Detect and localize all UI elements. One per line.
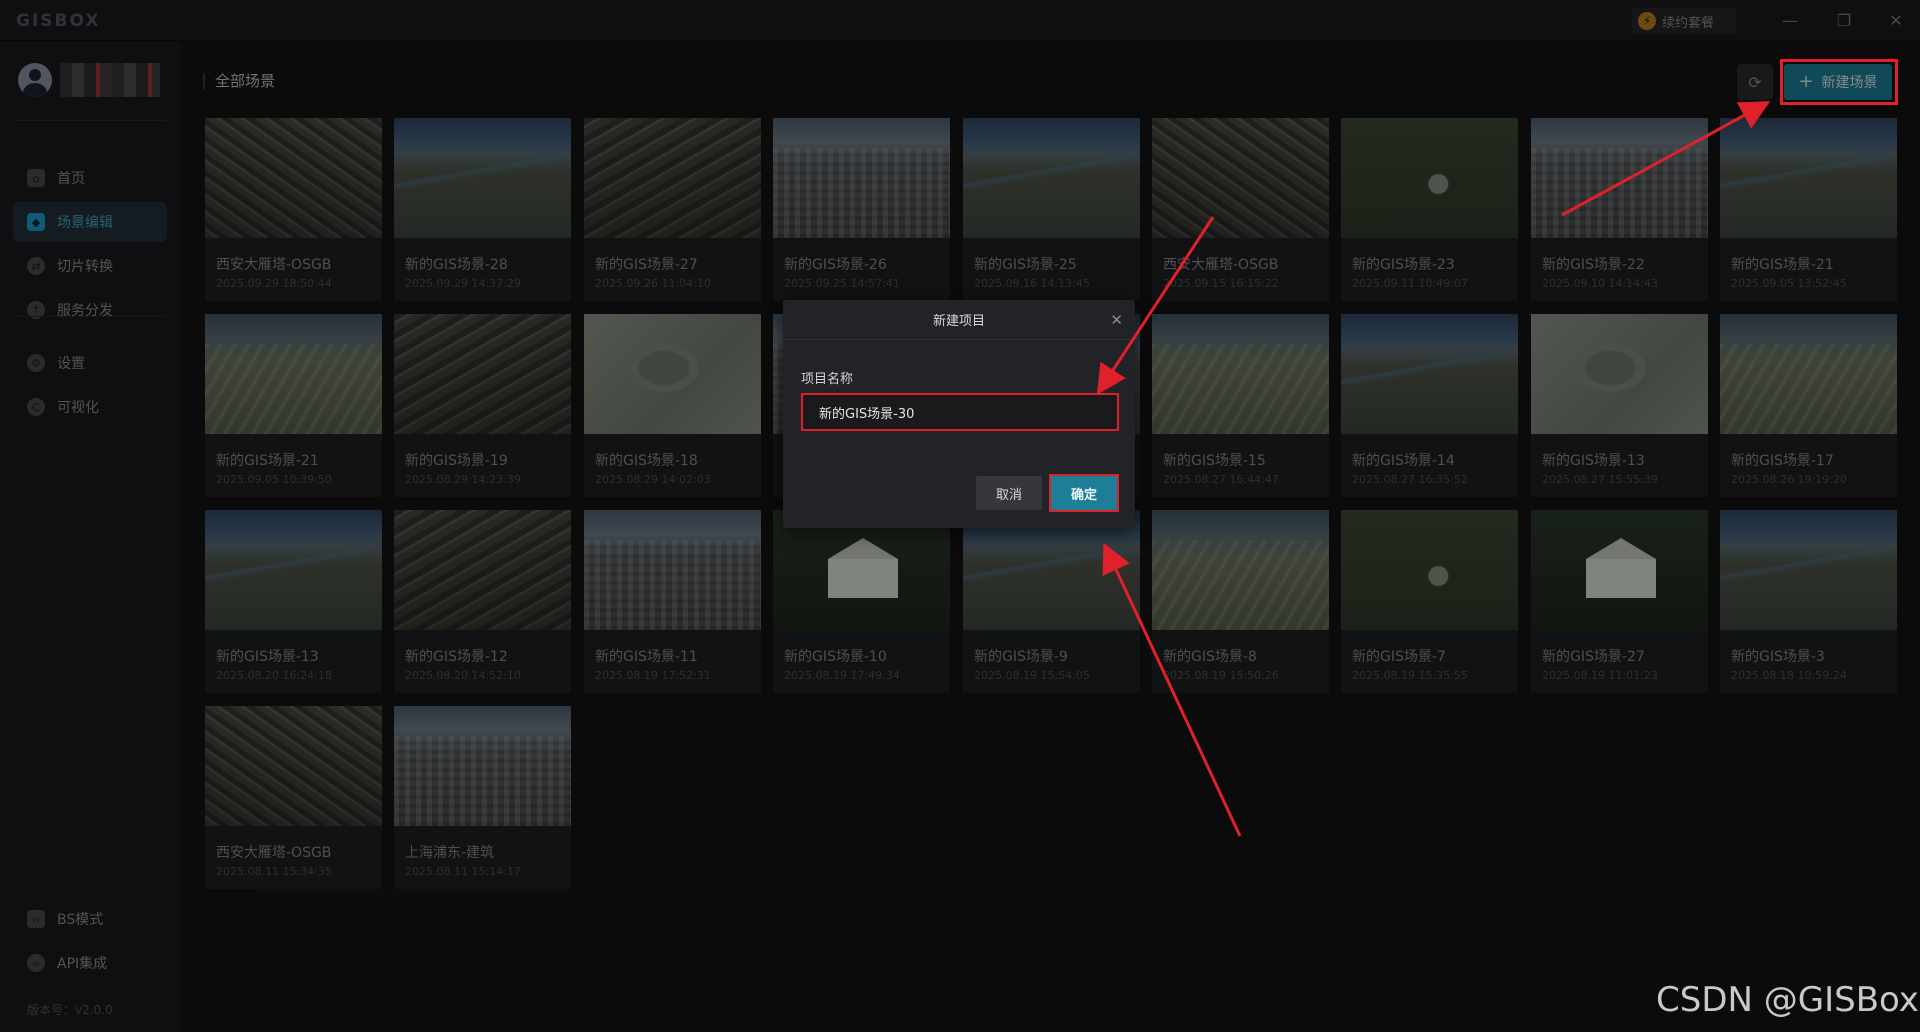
cancel-button[interactable]: 取消 bbox=[976, 476, 1042, 510]
app-window: GISBOX ⚡ 续约套餐 — ❐ ✕ ⌂ 首页 ◆ 场景编辑 ⇄ 切片转换 ↑… bbox=[0, 0, 1920, 1032]
dialog-title: 新建项目 bbox=[932, 314, 985, 329]
project-name-input[interactable] bbox=[801, 393, 1119, 431]
close-icon[interactable]: ✕ bbox=[1110, 311, 1123, 329]
new-scene-highlight bbox=[1780, 59, 1898, 105]
confirm-button[interactable]: 确定 bbox=[1049, 474, 1119, 512]
new-project-dialog: 新建项目 ✕ 项目名称 取消 确定 bbox=[783, 300, 1135, 528]
dialog-header: 新建项目 ✕ bbox=[783, 300, 1135, 340]
watermark: CSDN @GISBox bbox=[1656, 980, 1919, 1020]
project-name-label: 项目名称 bbox=[801, 372, 854, 387]
